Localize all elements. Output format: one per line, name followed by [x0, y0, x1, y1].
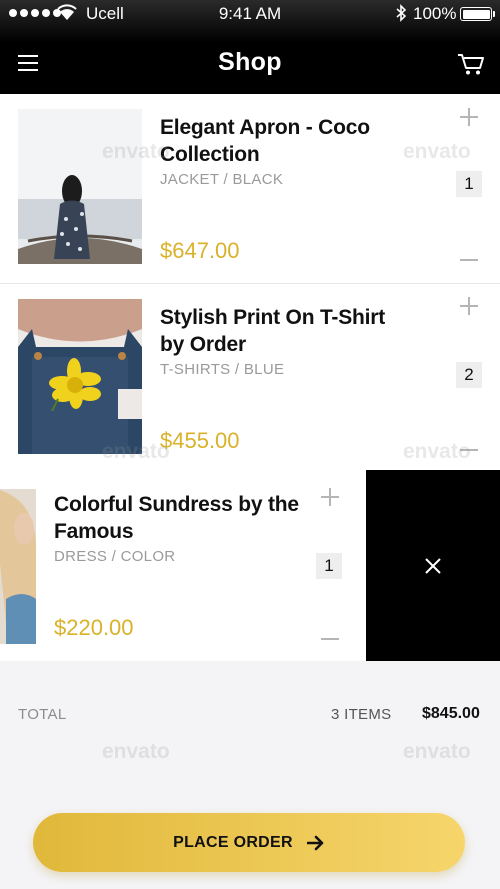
page-title: Shop: [218, 48, 282, 76]
increase-quantity-button[interactable]: [457, 105, 481, 129]
product-price: $647.00: [160, 238, 240, 263]
quantity-value: 1: [456, 171, 482, 197]
quantity-value: 1: [316, 553, 342, 579]
total-label: TOTAL: [18, 706, 67, 723]
cart-item-swiped[interactable]: Colorful Sundress by the Famous DRESS / …: [0, 471, 366, 661]
quantity-value: 2: [456, 362, 482, 388]
nav-bar: Shop: [0, 40, 500, 90]
product-image: [0, 489, 36, 644]
cart-item: Stylish Print On T-Shirt by Order T-SHIR…: [0, 284, 500, 474]
cart-item: Elegant Apron - Coco Collection JACKET /…: [0, 94, 500, 284]
top-bar: Ucell 9:41 AM 100% Shop: [0, 0, 500, 94]
product-image: [18, 299, 142, 454]
bluetooth-icon: [396, 4, 407, 22]
watermark: envato: [102, 740, 170, 763]
delete-item-button[interactable]: [366, 470, 500, 661]
place-order-label: PLACE ORDER: [173, 833, 293, 851]
increase-quantity-button[interactable]: [457, 294, 481, 318]
arrow-right-icon: [306, 835, 324, 850]
product-price: $220.00: [54, 615, 134, 640]
decrease-quantity-button[interactable]: [457, 435, 481, 459]
decrease-quantity-button[interactable]: [457, 245, 481, 269]
product-price: $455.00: [160, 428, 240, 453]
product-category: DRESS / COLOR: [54, 548, 176, 565]
product-name[interactable]: Elegant Apron - Coco Collection: [160, 114, 410, 168]
total-amount: $845.00: [422, 705, 480, 722]
total-items-count: 3 ITEMS: [331, 706, 392, 723]
product-name[interactable]: Colorful Sundress by the Famous: [54, 491, 304, 545]
product-name[interactable]: Stylish Print On T-Shirt by Order: [160, 304, 410, 358]
status-bar: Ucell 9:41 AM 100%: [0, 0, 500, 28]
battery-icon: [460, 7, 495, 21]
product-category: T-SHIRTS / BLUE: [160, 361, 285, 378]
decrease-quantity-button[interactable]: [318, 624, 342, 648]
shopping-cart-icon[interactable]: [457, 52, 485, 76]
product-image: [18, 109, 142, 264]
product-category: JACKET / BLACK: [160, 171, 284, 188]
watermark: envato: [403, 740, 471, 763]
place-order-button[interactable]: PLACE ORDER: [33, 813, 465, 872]
increase-quantity-button[interactable]: [318, 485, 342, 509]
close-icon: [425, 558, 441, 574]
battery-percent: 100%: [413, 4, 457, 23]
